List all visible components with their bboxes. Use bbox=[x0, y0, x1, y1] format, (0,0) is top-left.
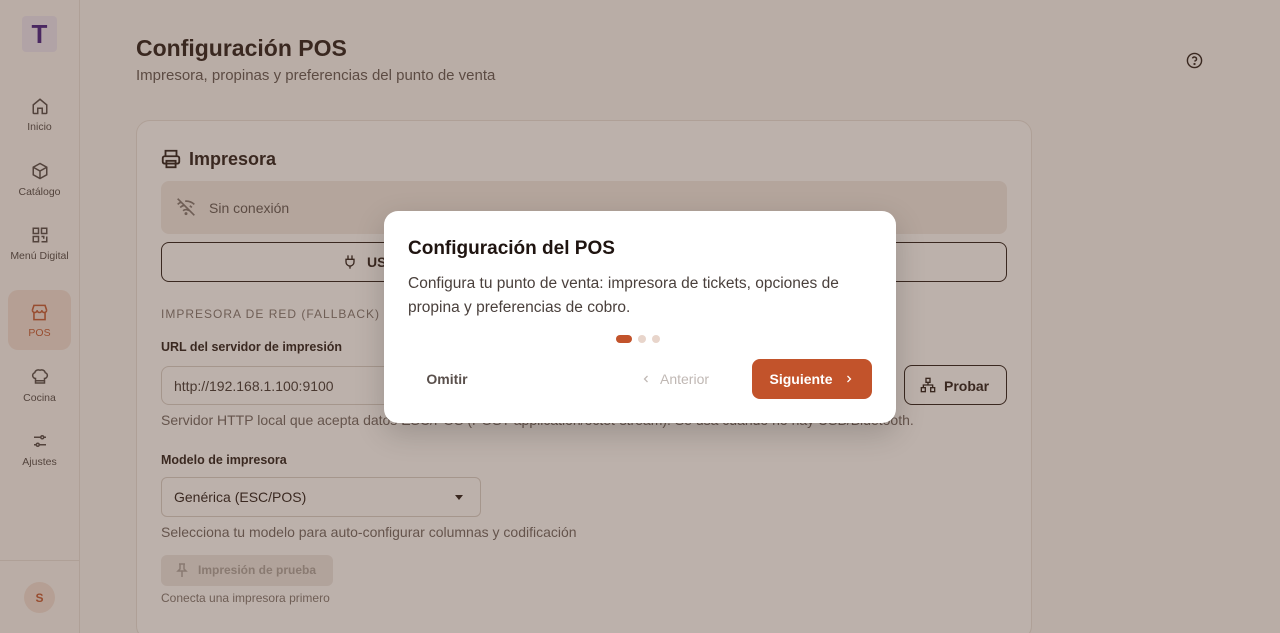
modal-title: Configuración del POS bbox=[408, 238, 615, 259]
next-label: Siguiente bbox=[769, 371, 833, 387]
chevron-left-icon bbox=[643, 375, 648, 383]
step-dot bbox=[652, 335, 660, 343]
previous-label: Anterior bbox=[660, 371, 710, 387]
step-indicator bbox=[616, 335, 660, 343]
next-button[interactable]: Siguiente bbox=[752, 359, 872, 399]
skip-button[interactable]: Omitir bbox=[408, 364, 486, 394]
chevron-right-icon bbox=[846, 375, 851, 383]
step-dot-active bbox=[616, 335, 632, 343]
modal-body: Configura tu punto de venta: impresora d… bbox=[408, 275, 839, 316]
step-dot bbox=[638, 335, 646, 343]
previous-button[interactable]: Anterior bbox=[640, 364, 726, 394]
